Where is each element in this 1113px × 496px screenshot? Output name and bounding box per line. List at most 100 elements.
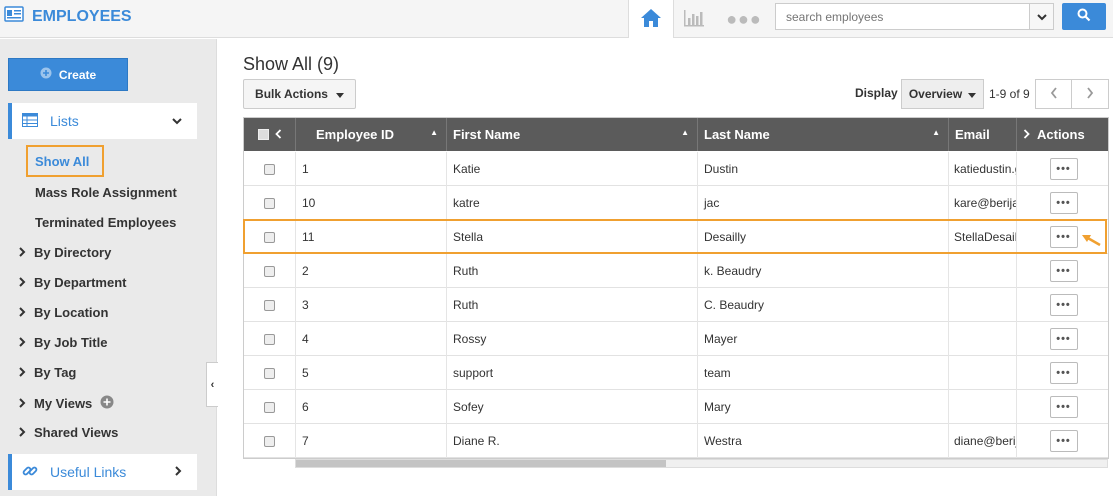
row-checkbox[interactable] [264, 435, 275, 447]
cell-last-name: C. Beaudry [698, 288, 949, 322]
home-icon [640, 8, 662, 31]
pager-text: 1-9 of 9 [989, 87, 1030, 101]
table-row[interactable]: 11 Stella Desailly StellaDesail ••• [244, 220, 1108, 254]
cell-first-name: Ruth [447, 254, 698, 288]
cell-select [244, 152, 296, 186]
sidebar-group-by-tag[interactable]: By Tag [18, 365, 76, 380]
sidebar-item-show-all[interactable]: Show All [26, 145, 104, 177]
row-actions-button[interactable]: ••• [1049, 192, 1078, 214]
cell-first-name: Diane R. [447, 424, 698, 458]
row-checkbox[interactable] [264, 299, 275, 311]
column-header-first-name[interactable]: First Name ▲ [447, 118, 698, 151]
add-view-icon[interactable] [100, 395, 114, 412]
chevron-right-icon [18, 335, 26, 350]
sort-up-icon: ▲ [932, 128, 940, 137]
table-row[interactable]: 10 katre jac kare@berija ••• [244, 186, 1108, 220]
create-label: Create [58, 67, 97, 82]
cell-email: katiedustin.g [949, 152, 1017, 186]
cell-select [244, 356, 296, 390]
sidebar-item-terminated-employees[interactable]: Terminated Employees [35, 215, 176, 230]
cell-email [949, 390, 1017, 424]
row-checkbox[interactable] [264, 197, 275, 209]
row-actions-button[interactable]: ••• [1049, 226, 1078, 248]
cell-first-name: Rossy [447, 322, 698, 356]
cell-actions: ••• [1017, 390, 1108, 424]
sidebar-group-by-job-title[interactable]: By Job Title [18, 335, 107, 350]
reports-tab[interactable] [674, 0, 714, 38]
cell-last-name: Mayer [698, 322, 949, 356]
cell-actions: ••• [1017, 152, 1108, 186]
row-actions-button[interactable]: ••• [1049, 294, 1078, 316]
previous-page-button[interactable] [1035, 79, 1072, 109]
table-row[interactable]: 3 Ruth C. Beaudry ••• [244, 288, 1108, 322]
chevron-right-icon [1086, 86, 1094, 102]
create-button[interactable]: Create [8, 58, 128, 91]
row-actions-button[interactable]: ••• [1049, 430, 1078, 452]
row-actions-button[interactable]: ••• [1049, 260, 1078, 282]
sidebar-group-label: Shared Views [34, 425, 119, 440]
sidebar-group-shared-views[interactable]: Shared Views [18, 425, 118, 440]
sidebar-group-by-location[interactable]: By Location [18, 305, 108, 320]
column-header-employee-id[interactable]: Employee ID ▲ [296, 118, 447, 151]
sidebar-group-label: By Tag [34, 365, 77, 380]
row-checkbox[interactable] [264, 401, 275, 413]
cell-email [949, 356, 1017, 390]
useful-links-panel-header[interactable]: Useful Links [8, 454, 197, 490]
search-dropdown-button[interactable] [1029, 4, 1053, 29]
table-row[interactable]: 7 Diane R. Westra diane@berij ••• [244, 424, 1108, 458]
table-row[interactable]: 4 Rossy Mayer ••• [244, 322, 1108, 356]
display-select[interactable]: Overview [901, 79, 984, 109]
search-input[interactable] [776, 4, 1029, 29]
chevron-left-icon: ‹ [210, 378, 215, 391]
sidebar-group-by-directory[interactable]: By Directory [18, 245, 111, 260]
scrollbar-thumb[interactable] [296, 460, 666, 467]
row-actions-button[interactable]: ••• [1049, 362, 1078, 384]
row-checkbox[interactable] [264, 367, 275, 379]
row-actions-button[interactable]: ••• [1049, 158, 1078, 180]
cell-email [949, 288, 1017, 322]
horizontal-scrollbar[interactable] [295, 459, 1108, 468]
home-tab[interactable] [628, 0, 674, 38]
row-checkbox[interactable] [264, 265, 275, 277]
row-actions-button[interactable]: ••• [1049, 396, 1078, 418]
page-title: Show All (9) [243, 54, 340, 74]
chevron-right-icon [173, 464, 183, 480]
next-page-button[interactable] [1072, 79, 1109, 109]
lists-panel-header[interactable]: Lists [8, 103, 197, 139]
sidebar-item-mass-role-assignment[interactable]: Mass Role Assignment [35, 185, 177, 200]
column-header-last-name[interactable]: Last Name ▲ [698, 118, 949, 151]
row-checkbox[interactable] [264, 231, 275, 243]
table-row[interactable]: 2 Ruth k. Beaudry ••• [244, 254, 1108, 288]
table-row[interactable]: 5 support team ••• [244, 356, 1108, 390]
search-button[interactable] [1062, 3, 1106, 30]
cell-employee-id: 6 [296, 390, 447, 424]
table-row[interactable]: 6 Sofey Mary ••• [244, 390, 1108, 424]
row-checkbox[interactable] [264, 163, 275, 175]
sidebar-group-label: My Views [34, 396, 93, 411]
row-checkbox[interactable] [264, 333, 275, 345]
cell-email: diane@berij [949, 424, 1017, 458]
chevron-right-icon [18, 305, 26, 320]
chevron-right-icon [18, 425, 26, 440]
sidebar-collapse-toggle[interactable]: ‹ [206, 362, 218, 407]
sidebar-group-label: By Directory [34, 245, 112, 260]
cell-actions: ••• [1017, 254, 1108, 288]
cell-first-name: Katie [447, 152, 698, 186]
cell-employee-id: 11 [296, 220, 447, 254]
chevron-left-icon[interactable] [274, 127, 282, 142]
search-icon [1077, 8, 1091, 25]
table-row[interactable]: 1 Katie Dustin katiedustin.g ••• [244, 152, 1108, 186]
sidebar-group-by-department[interactable]: By Department [18, 275, 126, 290]
sidebar-group-my-views[interactable]: My Views [18, 395, 114, 412]
cell-last-name: jac [698, 186, 949, 220]
column-header-label: Actions [1037, 127, 1085, 142]
bulk-actions-button[interactable]: Bulk Actions [243, 79, 356, 109]
column-header-email[interactable]: Email [949, 118, 1017, 151]
search-box [775, 3, 1054, 30]
row-actions-button[interactable]: ••• [1049, 328, 1078, 350]
cell-last-name: k. Beaudry [698, 254, 949, 288]
app-title[interactable]: EMPLOYEES [4, 6, 132, 27]
select-all-checkbox[interactable] [257, 129, 269, 140]
more-tab[interactable]: ●●● [724, 0, 764, 38]
cell-last-name: team [698, 356, 949, 390]
